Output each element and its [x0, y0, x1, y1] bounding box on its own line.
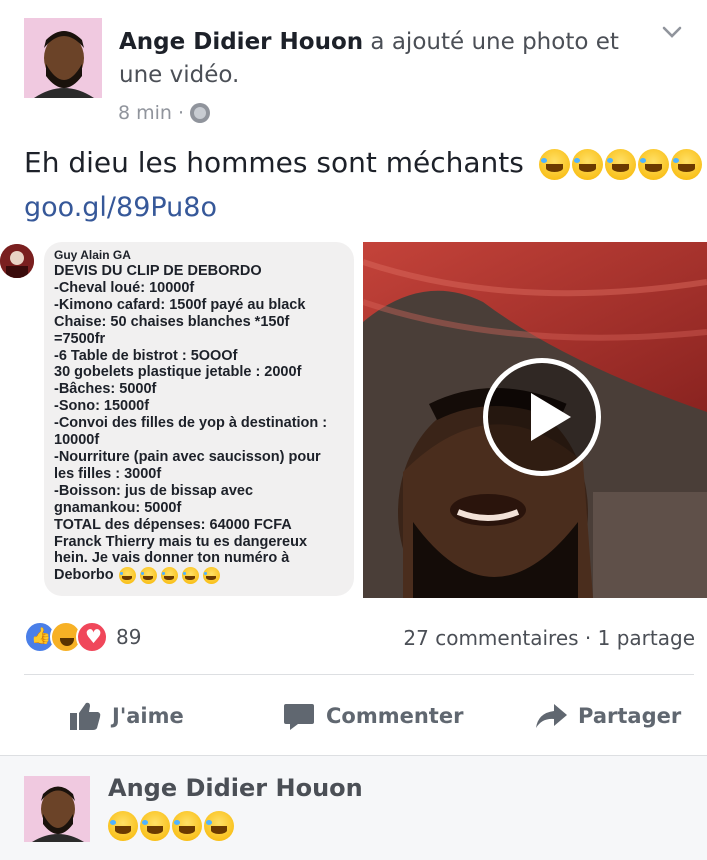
chat-line: -Bâches: 5000f: [54, 381, 157, 398]
chat-last-text: Deborbo: [54, 567, 114, 584]
comments-section: Ange Didier Houon: [0, 755, 707, 860]
laughing-tears-icon: [670, 148, 702, 180]
comment-button[interactable]: Commenter: [282, 700, 463, 732]
chat-message: DEVIS DU CLIP DE DEBORDO -Cheval loué: 10…: [54, 263, 344, 567]
chat-avatar: [0, 244, 34, 278]
love-icon: [76, 621, 108, 653]
chat-line: -Sono: 15000f: [54, 398, 150, 415]
comment-icon: [284, 704, 314, 730]
chat-line: -Convoi des filles de yop à destination …: [54, 415, 328, 432]
post-message: Eh dieu les hommes sont méchants: [24, 146, 524, 179]
chat-line: Franck Thierry mais tu es dangereux: [54, 533, 308, 550]
commenter-avatar[interactable]: [24, 776, 90, 842]
chat-line: =7500fr: [54, 330, 106, 347]
comment-label: Commenter: [326, 704, 464, 728]
shares-count[interactable]: 1 partage: [598, 626, 695, 650]
play-icon[interactable]: [483, 358, 601, 476]
post-stats: 27 commentaires · 1 partage: [403, 626, 695, 650]
chat-line: -Cheval loué: 10000f: [54, 279, 195, 296]
chat-last-line: Deborbo: [54, 567, 344, 585]
chat-bubble: Guy Alain GA DEVIS DU CLIP DE DEBORDO -Ch…: [44, 242, 354, 596]
author-name[interactable]: Ange Didier Houon: [119, 29, 363, 55]
laughing-tears-icon: [140, 811, 170, 841]
post-text: Eh dieu les hommes sont méchants: [24, 146, 702, 180]
chat-line: -Nourriture (pain avec saucisson) pour: [54, 448, 321, 465]
chat-line: DEVIS DU CLIP DE DEBORDO: [54, 263, 262, 279]
media-row: Guy Alain GA DEVIS DU CLIP DE DEBORDO -Ch…: [0, 242, 707, 598]
laughing-tears-icon: [108, 811, 138, 841]
post-timestamp[interactable]: 8 min: [118, 102, 172, 124]
laughing-tears-icon: [538, 148, 570, 180]
chat-line: -Kimono cafard: 1500f payé au black: [54, 296, 306, 313]
chat-line: 10000f: [54, 432, 100, 449]
action-bar: J'aime Commenter Partager: [0, 690, 707, 740]
laughing-tears-icon: [118, 567, 136, 585]
chat-line: hein. Je vais donner ton numéro à: [54, 550, 290, 567]
post-author-line: Ange Didier Houon a ajouté une photo et …: [119, 26, 619, 92]
divider: [24, 674, 694, 675]
stats-separator: ·: [584, 626, 592, 650]
meta-separator: ·: [177, 102, 185, 124]
chat-line: -Boisson: jus de bissap avec: [54, 482, 254, 499]
globe-icon[interactable]: [190, 103, 211, 123]
commenter-name[interactable]: Ange Didier Houon: [108, 774, 363, 802]
laughing-tears-icon: [160, 567, 178, 585]
photo-chat-screenshot[interactable]: Guy Alain GA DEVIS DU CLIP DE DEBORDO -Ch…: [0, 242, 360, 598]
post-emojis: [538, 148, 702, 180]
chat-line: gnamankou: 5000f: [54, 499, 182, 516]
post-link[interactable]: goo.gl/89Pu8o: [24, 192, 217, 223]
laughing-tears-icon: [202, 567, 220, 585]
share-button[interactable]: Partager: [534, 700, 681, 732]
chevron-down-icon[interactable]: [660, 20, 684, 44]
chat-sender: Guy Alain GA: [54, 248, 131, 262]
post-header: Ange Didier Houon a ajouté une photo et …: [24, 18, 684, 128]
reactions-summary[interactable]: 89: [24, 620, 141, 654]
post-meta: 8 min ·: [118, 102, 211, 124]
thumbs-up-icon: [70, 702, 101, 730]
video-thumbnail[interactable]: [363, 242, 707, 598]
laughing-tears-icon: [139, 567, 157, 585]
laughing-tears-icon: [604, 148, 636, 180]
chat-emojis: [118, 567, 220, 585]
chat-line: Chaise: 50 chaises blanches *150f: [54, 313, 290, 330]
comment-text: [108, 811, 234, 841]
chat-line: 30 gobelets plastique jetable : 2000f: [54, 364, 302, 381]
chat-line: les filles : 3000f: [54, 465, 162, 482]
comments-count[interactable]: 27 commentaires: [403, 626, 578, 650]
laughing-tears-icon: [181, 567, 199, 585]
chat-line: -6 Table de bistrot : 5OOOf: [54, 347, 238, 364]
like-button[interactable]: J'aime: [68, 700, 184, 732]
chat-line: TOTAL des dépenses: 64000 FCFA: [54, 516, 292, 533]
laughing-tears-icon: [571, 148, 603, 180]
share-label: Partager: [578, 704, 682, 728]
share-icon: [536, 704, 567, 728]
like-label: J'aime: [112, 704, 184, 728]
author-avatar[interactable]: [24, 18, 102, 98]
laughing-tears-icon: [204, 811, 234, 841]
laughing-tears-icon: [637, 148, 669, 180]
laughing-tears-icon: [172, 811, 202, 841]
reaction-count: 89: [116, 625, 142, 649]
